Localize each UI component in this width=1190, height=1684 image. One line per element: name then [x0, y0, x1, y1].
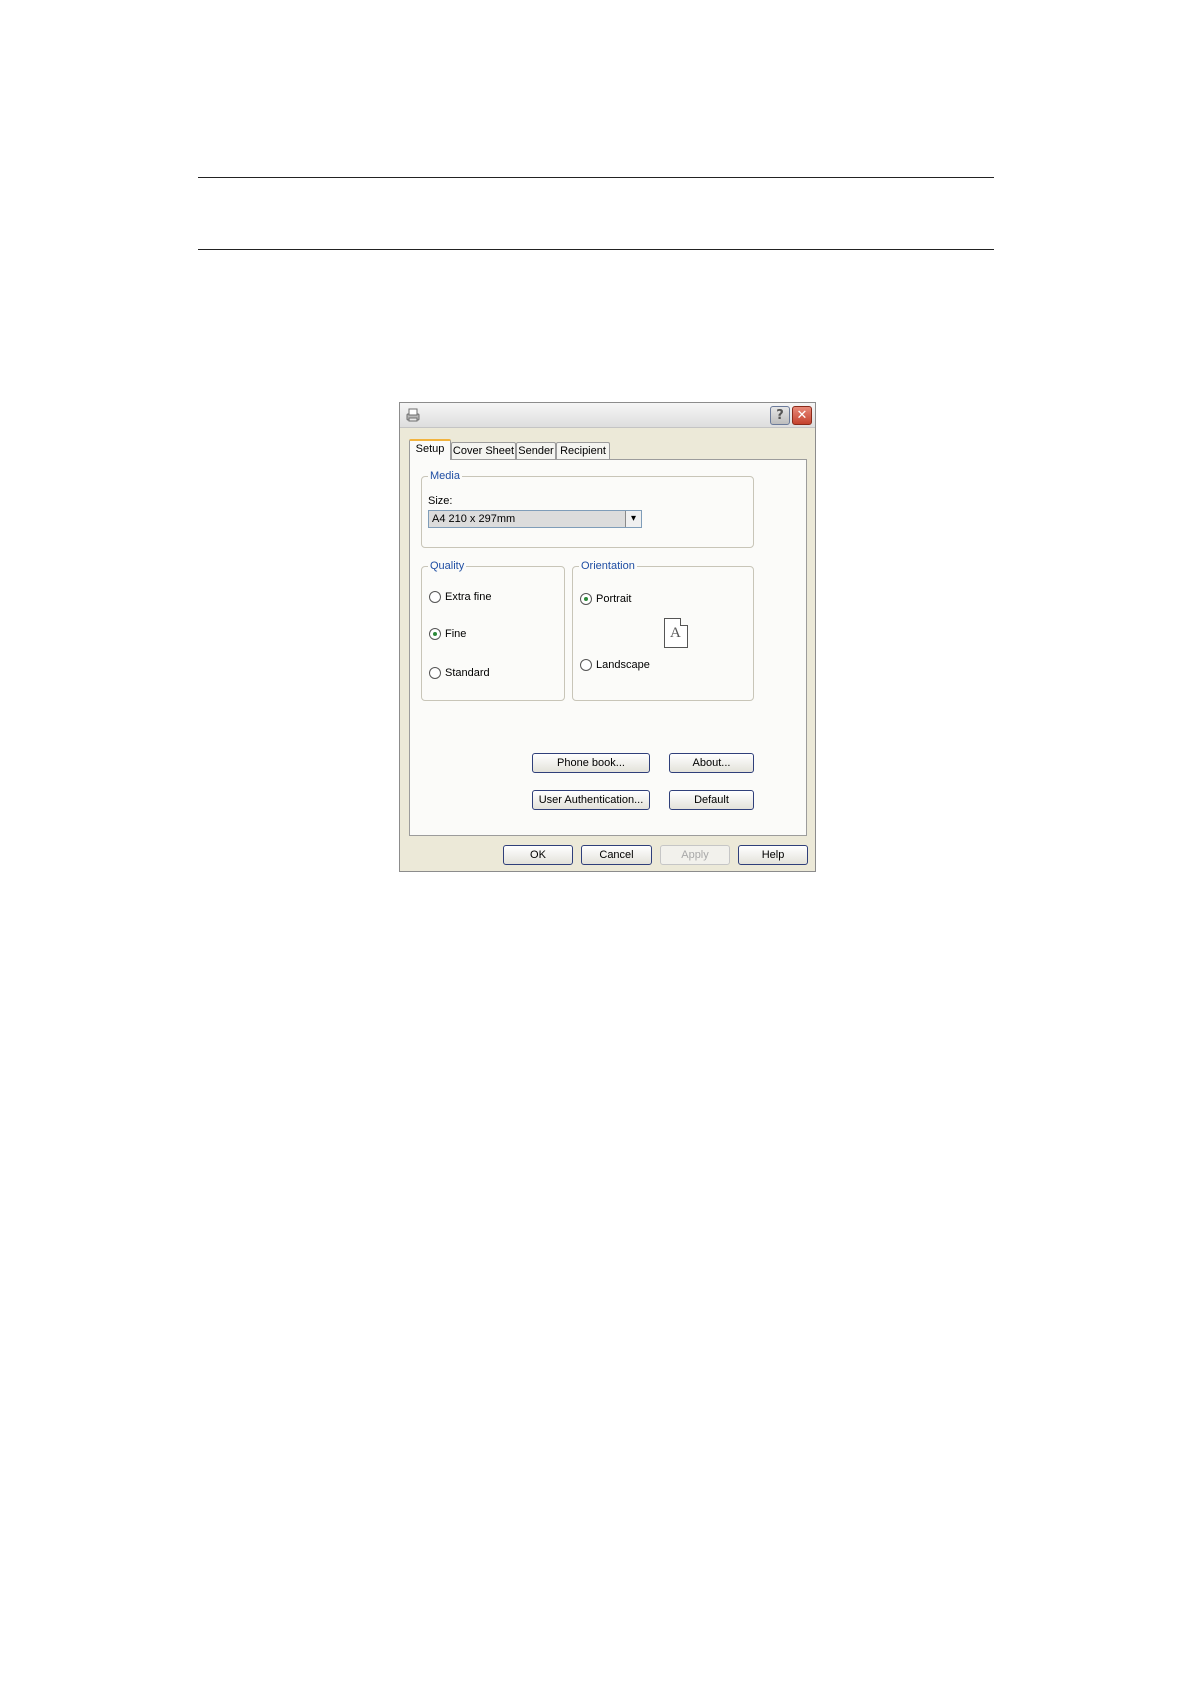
- cancel-button[interactable]: Cancel: [581, 845, 652, 865]
- size-dropdown-value: A4 210 x 297mm: [432, 513, 516, 525]
- help-button[interactable]: Help: [738, 845, 808, 865]
- radio-label: Standard: [445, 667, 490, 679]
- tab-cover-sheet[interactable]: Cover Sheet: [451, 442, 516, 459]
- fax-properties-dialog: ? ✕ Setup Cover Sheet Sender Recipient M…: [399, 402, 816, 872]
- media-group-title: Media: [428, 469, 462, 483]
- quality-group-title: Quality: [428, 559, 467, 573]
- ok-button[interactable]: OK: [503, 845, 573, 865]
- tab-setup[interactable]: Setup: [409, 439, 451, 460]
- radio-label: Landscape: [596, 659, 650, 671]
- page-preview-letter: A: [670, 625, 681, 641]
- radio-label: Portrait: [596, 593, 632, 605]
- tab-recipient[interactable]: Recipient: [556, 442, 610, 459]
- size-label: Size:: [428, 495, 453, 507]
- header-rule-bottom: [198, 249, 994, 250]
- quality-group: Quality Extra fine Fine Standard: [421, 559, 565, 701]
- media-group: Media Size: A4 210 x 297mm ▾: [421, 469, 754, 548]
- radio-button[interactable]: [429, 667, 441, 679]
- size-dropdown[interactable]: A4 210 x 297mm ▾: [428, 510, 642, 528]
- default-button[interactable]: Default: [669, 790, 754, 810]
- user-authentication-button[interactable]: User Authentication...: [532, 790, 650, 810]
- fax-printer-icon: [406, 408, 420, 422]
- about-button[interactable]: About...: [669, 753, 754, 773]
- radio-button-selected[interactable]: [429, 628, 441, 640]
- chevron-down-icon[interactable]: ▾: [625, 511, 641, 527]
- portrait-page-icon: A: [664, 618, 688, 648]
- header-rule-top: [198, 177, 994, 178]
- radio-button[interactable]: [429, 591, 441, 603]
- phone-book-button[interactable]: Phone book...: [532, 753, 650, 773]
- apply-button: Apply: [660, 845, 730, 865]
- orientation-group: Orientation Portrait Landscape A: [572, 559, 754, 701]
- radio-button-selected[interactable]: [580, 593, 592, 605]
- help-title-button[interactable]: ?: [770, 406, 790, 425]
- tab-sender[interactable]: Sender: [516, 442, 556, 459]
- radio-label: Extra fine: [445, 591, 492, 603]
- radio-button[interactable]: [580, 659, 592, 671]
- title-bar: ? ✕: [400, 403, 815, 428]
- orientation-group-title: Orientation: [579, 559, 637, 573]
- radio-label: Fine: [445, 628, 467, 640]
- close-button[interactable]: ✕: [792, 406, 812, 425]
- setup-tab-panel: Media Size: A4 210 x 297mm ▾ Quality Ext…: [409, 459, 807, 836]
